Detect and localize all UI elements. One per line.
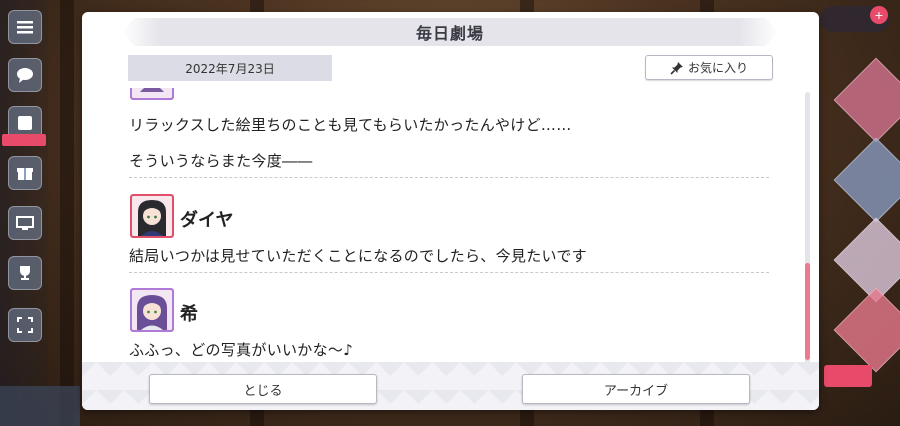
dialogue-line: ふふっ、どの写真がいいかな～♪ xyxy=(129,341,354,358)
gift-icon[interactable] xyxy=(8,156,42,190)
scroll-thumb[interactable] xyxy=(805,263,810,360)
scrollbar[interactable] xyxy=(805,92,810,369)
speaker-name: ダイヤ xyxy=(180,210,234,231)
pin-icon xyxy=(670,61,683,75)
avatar xyxy=(130,88,174,100)
avatar-nozomi xyxy=(130,288,174,332)
speaker-name: 希 xyxy=(180,304,198,325)
hamburger-menu-icon[interactable] xyxy=(8,10,42,44)
avatar-dia xyxy=(130,194,174,238)
favorite-button[interactable]: お気に入り xyxy=(645,55,773,80)
dialogue-list[interactable]: リラックスした絵里ちのことも見てもらいたかったんやけど…… そういうならまた今度… xyxy=(122,88,772,358)
right-menu: + xyxy=(816,0,900,426)
divider xyxy=(129,272,769,273)
story-button[interactable] xyxy=(0,386,80,426)
screen-icon[interactable] xyxy=(8,206,42,240)
notice-badge xyxy=(824,365,872,387)
divider xyxy=(129,177,769,178)
dialog-title: 毎日劇場 xyxy=(415,24,484,43)
dialog-title-bar: 毎日劇場 xyxy=(122,18,778,46)
menu-tile[interactable] xyxy=(833,217,900,303)
date-label: 2022年7月23日 xyxy=(128,55,332,81)
dialogue-line: そういうならまた今度―― xyxy=(129,152,313,170)
chat-icon[interactable] xyxy=(8,58,42,92)
menu-tile[interactable] xyxy=(833,287,900,373)
dialogue-line: リラックスした絵里ちのことも見てもらいたかったんやけど…… xyxy=(129,116,572,134)
archive-button[interactable]: アーカイブ xyxy=(522,374,750,404)
daily-theater-dialog: 毎日劇場 2022年7月23日 お気に入り リラックスした絵里ちのことも見てもら… xyxy=(82,12,819,410)
add-currency-icon[interactable]: + xyxy=(870,6,888,24)
menu-tile[interactable] xyxy=(833,57,900,143)
close-button[interactable]: とじる xyxy=(149,374,377,404)
fullscreen-icon[interactable] xyxy=(8,308,42,342)
favorite-label: お気に入り xyxy=(687,61,748,75)
event-badge xyxy=(2,134,46,146)
side-menu xyxy=(0,0,80,426)
trophy-icon[interactable] xyxy=(8,256,42,290)
dialogue-line: 結局いつかは見せていただくことになるのでしたら、今見たいです xyxy=(129,247,587,265)
menu-tile[interactable] xyxy=(833,137,900,223)
